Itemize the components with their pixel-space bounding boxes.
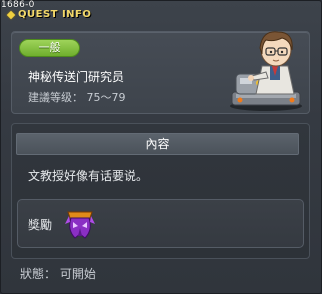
quest-description: 文教授好像有话要说。 (28, 169, 149, 183)
purple-mask-item-icon[interactable] (63, 206, 97, 242)
title-bar[interactable]: QUEST INFO (6, 9, 92, 20)
quest-status: 狀態： 可開始 (20, 267, 96, 281)
window-title: QUEST INFO (18, 9, 92, 20)
npc-portrait-icon (230, 31, 302, 111)
reward-label: 獎勵 (28, 218, 53, 232)
quest-category-badge: 一般 (19, 39, 80, 57)
content-section-header: 內容 (16, 133, 299, 155)
recommended-level: 建議等级： 75～79 (28, 91, 126, 104)
reward-box (17, 199, 304, 248)
npc-portrait (226, 20, 306, 112)
quest-npc-name: 神秘传送门研究员 (28, 70, 125, 84)
title-bullet-icon (6, 10, 16, 19)
